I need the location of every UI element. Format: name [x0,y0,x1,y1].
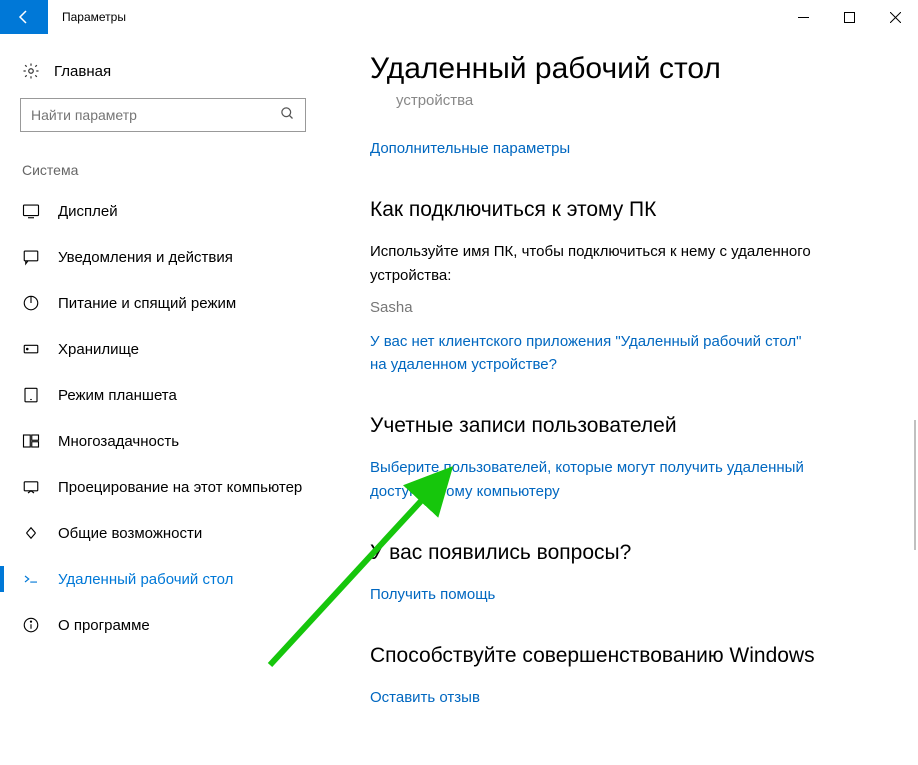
nav-tablet[interactable]: Режим планшета [20,372,326,418]
content: Главная Система Дисплей Уведомления и де… [0,34,918,765]
nav-label: О программе [58,617,150,634]
storage-icon [22,340,40,358]
feedback-link[interactable]: Оставить отзыв [370,686,480,709]
minimize-button[interactable] [780,0,826,34]
back-button[interactable] [0,0,48,34]
titlebar: Параметры [0,0,918,34]
multitask-icon [22,432,40,450]
nav-about[interactable]: О программе [20,602,326,648]
maximize-button[interactable] [826,0,872,34]
section-connect-heading: Как подключиться к этому ПК [370,198,878,222]
remote-icon [22,570,40,588]
main-panel: Удаленный рабочий стол устройства Дополн… [326,34,918,765]
window-controls [780,0,918,34]
nav-label: Дисплей [58,203,118,220]
home-label: Главная [54,63,111,80]
nav-label: Питание и спящий режим [58,295,236,312]
tablet-icon [22,386,40,404]
nav-shared[interactable]: Общие возможности [20,510,326,556]
nav-label: Хранилище [58,341,139,358]
nav-label: Многозадачность [58,433,179,450]
info-icon [22,616,40,634]
power-icon [22,294,40,312]
connect-body: Используйте имя ПК, чтобы подключиться к… [370,240,820,287]
nav-label: Общие возможности [58,525,202,542]
projecting-icon [22,478,40,496]
nav-display[interactable]: Дисплей [20,188,326,234]
nav-notifications[interactable]: Уведомления и действия [20,234,326,280]
nav-projecting[interactable]: Проецирование на этот компьютер [20,464,326,510]
scrollbar-thumb[interactable] [914,420,916,550]
close-button[interactable] [872,0,918,34]
display-icon [22,202,40,220]
nav-label: Режим планшета [58,387,177,404]
nav-remote[interactable]: Удаленный рабочий стол [20,556,326,602]
sidebar: Главная Система Дисплей Уведомления и де… [0,34,326,765]
section-feedback-heading: Способствуйте совершенствованию Windows [370,644,878,668]
advanced-settings-link[interactable]: Дополнительные параметры [370,137,570,160]
nav-storage[interactable]: Хранилище [20,326,326,372]
page-title: Удаленный рабочий стол [370,52,878,86]
nav-label: Проецирование на этот компьютер [58,479,302,496]
search-icon [280,106,295,125]
search-input[interactable] [31,107,280,123]
get-help-link[interactable]: Получить помощь [370,583,495,606]
search-box[interactable] [20,98,306,132]
select-users-link[interactable]: Выберите пользователей, которые могут по… [370,456,820,503]
no-client-link[interactable]: У вас нет клиентского приложения "Удален… [370,330,820,377]
nav-label: Удаленный рабочий стол [58,571,233,588]
nav-list: Дисплей Уведомления и действия Питание и… [20,188,326,648]
nav-multitask[interactable]: Многозадачность [20,418,326,464]
nav-label: Уведомления и действия [58,249,233,266]
section-accounts-heading: Учетные записи пользователей [370,414,878,438]
notification-icon [22,248,40,266]
sidebar-group-label: Система [20,162,326,178]
window-title: Параметры [62,10,126,24]
sidebar-home[interactable]: Главная [20,54,326,98]
shared-icon [22,524,40,542]
section-help-heading: У вас появились вопросы? [370,541,878,565]
gear-icon [22,62,40,80]
device-subtext: устройства [396,92,878,109]
pc-name-value: Sasha [370,299,878,316]
nav-power[interactable]: Питание и спящий режим [20,280,326,326]
